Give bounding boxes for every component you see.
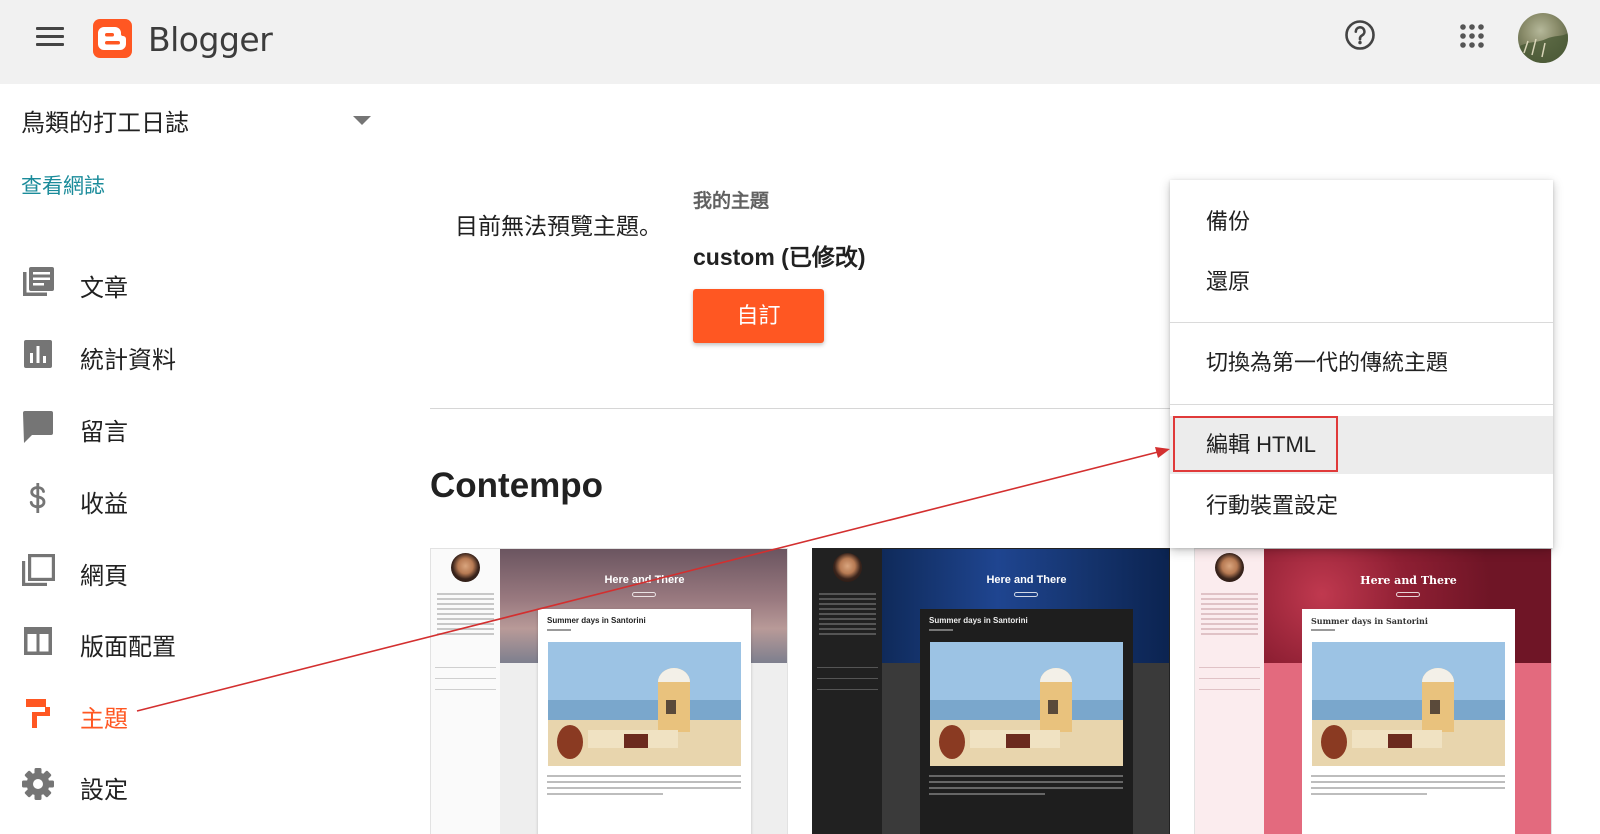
help-circle-icon[interactable] xyxy=(1344,19,1376,51)
sidebar-item-label: 收益 xyxy=(80,491,128,518)
sidebar-item-pages[interactable]: 網頁 xyxy=(0,540,400,598)
blog-name: 鳥類的打工日誌 xyxy=(21,110,189,137)
theme-thumbnail-floral[interactable]: Here and There Summer days in Santorini xyxy=(1194,548,1552,834)
thumbnail-sidebar-text xyxy=(1201,593,1258,638)
sidebar-item-earnings[interactable]: 收益 xyxy=(0,468,400,526)
thumbnail-post-title: Summer days in Santorini xyxy=(1311,616,1428,626)
menu-divider xyxy=(1170,322,1553,323)
sidebar-item-theme[interactable]: 主題 xyxy=(0,683,400,741)
sidebar-item-stats[interactable]: 統計資料 xyxy=(0,324,400,382)
thumbnail-subscribe-pill xyxy=(1396,592,1420,597)
current-theme-name: custom (已修改) xyxy=(693,244,866,270)
comments-icon xyxy=(20,408,56,444)
thumbnail-sidebar-menu xyxy=(1199,667,1260,700)
thumbnail-subscribe-pill xyxy=(1014,592,1038,597)
theme-thumbnail-dark[interactable]: Here and There Summer days in Santorini xyxy=(812,548,1170,834)
sidebar-item-posts[interactable]: 文章 xyxy=(0,252,400,310)
my-theme-label: 我的主題 xyxy=(693,191,770,212)
profile-photo xyxy=(833,553,862,582)
sidebar-item-label: 版面配置 xyxy=(80,634,176,661)
sidebar-item-label: 網頁 xyxy=(80,563,128,590)
sidebar-item-label: 設定 xyxy=(80,777,128,804)
thumbnail-blog-title: Here and There xyxy=(604,574,685,586)
menu-item-backup[interactable]: 備份 xyxy=(1170,193,1553,251)
santorini-photo xyxy=(930,642,1123,766)
menu-item-edit-html[interactable]: 編輯 HTML xyxy=(1170,416,1553,474)
thumbnail-sidebar-menu xyxy=(817,667,878,700)
thumbnail-post-text xyxy=(1311,775,1505,815)
caret-down-icon xyxy=(353,116,371,125)
blog-selector[interactable]: 鳥類的打工日誌 xyxy=(21,103,381,139)
thumbnail-subscribe-pill xyxy=(632,592,656,597)
santorini-photo xyxy=(548,642,741,766)
top-app-bar: Blogger xyxy=(0,0,1600,84)
thumbnail-post-text xyxy=(929,775,1123,815)
thumbnail-blog-title: Here and There xyxy=(1360,574,1457,587)
thumbnail-post-title: Summer days in Santorini xyxy=(929,616,1028,625)
thumbnail-post-date xyxy=(929,629,953,631)
theme-preview-unavailable: 目前無法預覽主題。 xyxy=(455,213,662,239)
sidebar-item-comments[interactable]: 留言 xyxy=(0,396,400,454)
thumbnail-sidebar-text xyxy=(437,593,494,638)
profile-photo xyxy=(451,553,480,582)
sidebar-item-layout[interactable]: 版面配置 xyxy=(0,611,400,669)
sidebar-item-label: 文章 xyxy=(80,275,128,302)
thumbnail-post-title: Summer days in Santorini xyxy=(547,616,646,625)
sidebar-item-label: 留言 xyxy=(80,419,128,446)
sidebar-item-settings[interactable]: 設定 xyxy=(0,754,400,812)
settings-icon xyxy=(20,766,56,802)
theme-options-menu: 備份 還原 切換為第一代的傳統主題 編輯 HTML 行動裝置設定 xyxy=(1170,180,1553,548)
theme-icon xyxy=(20,695,56,731)
sidebar-item-label: 主題 xyxy=(80,706,128,733)
blogger-logo-icon[interactable] xyxy=(93,19,132,58)
theme-section-title: Contempo xyxy=(430,466,604,505)
profile-photo xyxy=(1215,553,1244,582)
thumbnail-post-date xyxy=(547,629,571,631)
thumbnail-sidebar-menu xyxy=(435,667,496,700)
layout-icon xyxy=(20,623,56,659)
pages-icon xyxy=(20,552,56,588)
arrow-head xyxy=(1155,447,1170,458)
theme-thumbnail-light[interactable]: Here and There Summer days in Santorini xyxy=(430,548,788,834)
customize-button[interactable]: 自訂 xyxy=(693,289,824,343)
account-avatar[interactable] xyxy=(1518,13,1568,63)
apps-grid-icon[interactable] xyxy=(1459,23,1485,49)
thumbnail-post-date xyxy=(1311,629,1335,631)
menu-item-restore[interactable]: 還原 xyxy=(1170,253,1553,311)
menu-divider xyxy=(1170,404,1553,405)
hamburger-menu-icon[interactable] xyxy=(36,26,66,48)
earnings-icon xyxy=(20,480,56,516)
thumbnail-sidebar-text xyxy=(819,593,876,638)
posts-icon xyxy=(20,264,56,300)
menu-item-mobile-settings[interactable]: 行動裝置設定 xyxy=(1170,477,1553,535)
santorini-photo xyxy=(1312,642,1505,766)
view-blog-link[interactable]: 查看網誌 xyxy=(21,170,105,200)
sidebar-item-label: 統計資料 xyxy=(80,347,176,374)
menu-item-switch-classic-theme[interactable]: 切換為第一代的傳統主題 xyxy=(1170,334,1553,392)
thumbnail-post-text xyxy=(547,775,741,815)
thumbnail-blog-title: Here and There xyxy=(986,574,1067,586)
section-divider xyxy=(430,408,1175,409)
stats-icon xyxy=(20,336,56,372)
brand-name[interactable]: Blogger xyxy=(148,20,273,59)
